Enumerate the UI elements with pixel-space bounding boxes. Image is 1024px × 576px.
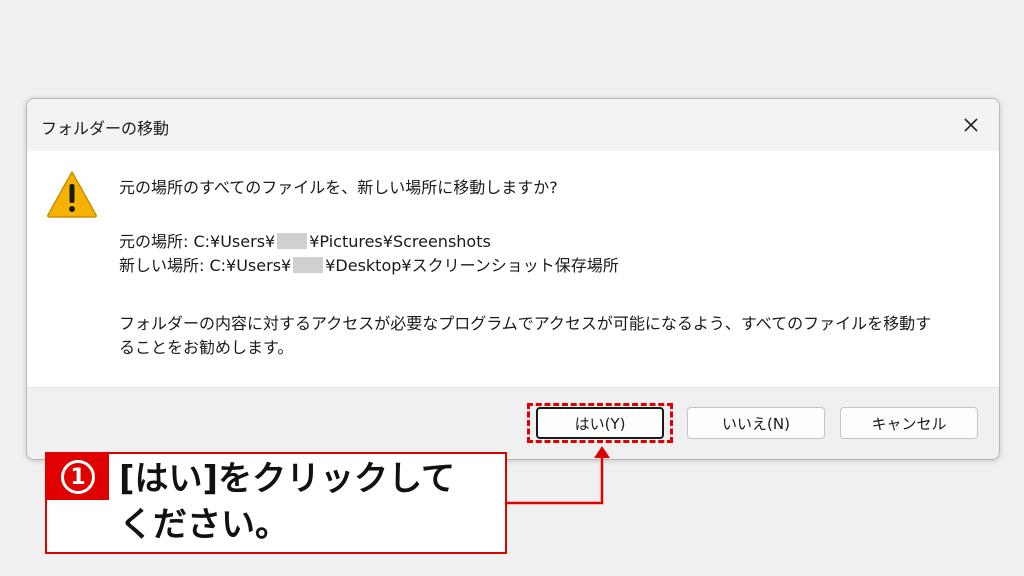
instruction-line-2: ください。 — [119, 505, 289, 545]
no-button[interactable]: いいえ(N) — [687, 407, 825, 439]
dialog-title: フォルダーの移動 — [41, 119, 170, 138]
new-location-suffix: ¥Desktop¥スクリーンショット保存場所 — [325, 256, 619, 275]
move-question: 元の場所のすべてのファイルを、新しい場所に移動しますか? — [119, 178, 558, 197]
original-location-suffix: ¥Pictures¥Screenshots — [309, 232, 491, 251]
button-bar: はい(Y) いいえ(N) キャンセル — [27, 387, 999, 459]
recommendation-line-2: ることをお勧めします。 — [119, 338, 294, 357]
move-folder-dialog: フォルダーの移動 元の場所のすべてのファイルを、新しい場所に移動しますか? 元の… — [26, 98, 1000, 460]
yes-button-highlight — [527, 403, 673, 443]
original-location: 元の場所: C:¥Users¥ ¥Pictures¥Screenshots — [119, 231, 491, 253]
instruction-text: [はい]をクリックして ください。 — [119, 456, 499, 548]
original-location-prefix: 元の場所: C:¥Users¥ — [119, 232, 276, 251]
dialog-content: 元の場所のすべてのファイルを、新しい場所に移動しますか? 元の場所: C:¥Us… — [27, 151, 999, 387]
close-button[interactable] — [953, 109, 989, 141]
redacted-username — [293, 257, 324, 273]
redacted-username — [277, 233, 308, 249]
new-location-prefix: 新しい場所: C:¥Users¥ — [119, 256, 292, 275]
cancel-button[interactable]: キャンセル — [840, 407, 978, 439]
step-number: 1 — [61, 460, 95, 494]
recommendation-line-1: フォルダーの内容に対するアクセスが必要なプログラムでアクセスが可能になるよう、す… — [119, 314, 932, 333]
warning-icon — [47, 171, 97, 218]
step-badge: 1 — [47, 454, 109, 500]
instruction-line-1: [はい]をクリックして — [119, 459, 456, 499]
close-icon — [964, 118, 978, 132]
instruction-callout: 1 [はい]をクリックして ください。 — [45, 452, 507, 554]
new-location: 新しい場所: C:¥Users¥ ¥Desktop¥スクリーンショット保存場所 — [119, 255, 619, 277]
title-bar: フォルダーの移動 — [27, 99, 999, 151]
